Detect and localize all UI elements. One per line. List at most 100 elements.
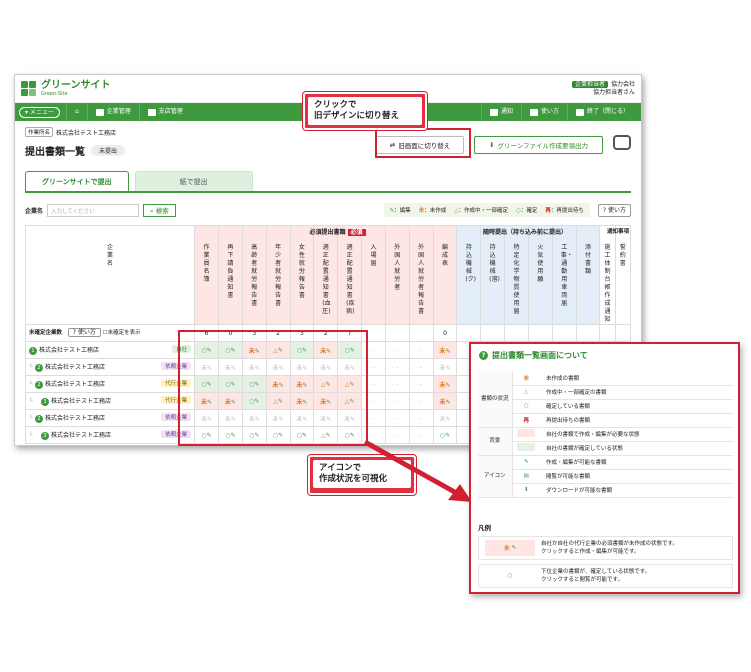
status-cell: -	[408, 392, 434, 410]
status-symbol: △	[524, 389, 529, 395]
status-cell[interactable]: 未✎	[432, 409, 458, 427]
not-created-icon: 未	[503, 546, 510, 552]
company-header-text: 企業名	[107, 244, 114, 267]
legend-row: アイコン ✎ 作成・編集が可能な書類	[478, 455, 733, 498]
status-cell[interactable]: 未✎	[432, 375, 458, 393]
company-cell[interactable]: └ 2 株式会社テスト工務店 代行企業	[24, 375, 196, 393]
site-name: 株式会社テスト工務店	[56, 129, 117, 137]
filter-bar: 企業名 入力してください ⌕ 検索 ✎：編集 未：未作成 △：作成中・一部確定 …	[25, 199, 631, 221]
column-header-text: 適正配置通知書(血圧)	[322, 244, 331, 315]
home-icon: ⌂	[74, 108, 79, 115]
company-name: 株式会社テスト工務店	[45, 415, 106, 422]
company-search-input[interactable]: 入力してください	[47, 203, 140, 217]
exit-icon	[575, 108, 584, 116]
dash-icon: -	[372, 363, 375, 371]
column-header-text: 作業員名簿	[203, 244, 210, 283]
column-header-text: 外国人就労者	[394, 244, 401, 291]
done-icon: ○	[507, 573, 513, 579]
legend-row: 自社の書類が確定している状態	[478, 441, 733, 456]
menu-button[interactable]: ▾ メニュー	[19, 106, 60, 118]
manual-button-label: グリーンファイル作成要領出力	[497, 142, 588, 150]
level-badge: 2	[35, 415, 43, 423]
company-cell[interactable]: └ 2 株式会社テスト工務店 依頼企業	[24, 358, 196, 376]
help-icon: ?	[479, 351, 488, 360]
empty-cell	[456, 324, 482, 342]
pencil-icon: ✎	[445, 431, 451, 439]
legend-row: 書類の状況 未 未作成の書類	[478, 371, 733, 428]
empty-cell	[614, 324, 632, 342]
dash-icon: -	[372, 397, 375, 405]
table-help-label: 使い方	[77, 329, 96, 336]
legend-text: 作成中・一部確定の書類	[540, 385, 733, 400]
icon-highlight-box	[178, 330, 368, 446]
unconfirmed-cell: 未確定企業数 ? 使い方 ☐未確定を表示	[24, 324, 196, 342]
required-group-label: 必須提出書類	[309, 229, 346, 236]
table-help-button[interactable]: ? 使い方	[67, 328, 101, 337]
home-button[interactable]: ⌂	[65, 103, 87, 121]
level-badge: 3	[41, 398, 49, 406]
mail-icon	[489, 108, 498, 116]
branch-mgmt-button[interactable]: 支店管理	[138, 103, 191, 121]
howto-button[interactable]: 使い方	[520, 103, 567, 121]
legend-edit: ：編集	[394, 208, 411, 214]
company-name: 株式会社テスト工務店	[51, 398, 112, 405]
company-mgmt-button[interactable]: 企業管理	[86, 103, 139, 121]
column-header-text: 特定化学物質使用届	[513, 244, 520, 315]
company-cell[interactable]: └ 3 株式会社テスト工務店 依頼企業	[24, 426, 196, 444]
status-cell: -	[408, 375, 434, 393]
search-icon: ⌕	[150, 206, 154, 215]
legend-category: 書類の状況	[478, 371, 513, 428]
dash-icon: -	[420, 431, 423, 439]
company-cell[interactable]: └ 3 株式会社テスト工務店 代行企業	[24, 392, 196, 410]
status-legend: ✎：編集 未：未作成 △：作成中・一部確定 ○：確定 再：再提出待ち	[383, 203, 590, 217]
legend-help-button[interactable]: ? 使い方	[597, 203, 631, 217]
company-cell[interactable]: 1 株式会社テスト工務店 自社	[24, 341, 196, 359]
legend-category: 背景	[478, 427, 513, 456]
company-cell[interactable]: └ 2 株式会社テスト工務店 依頼企業	[24, 409, 196, 427]
search-label: 検索	[155, 206, 169, 215]
user-name: 協力担当者さん	[592, 88, 635, 96]
legend-category: アイコン	[478, 455, 513, 498]
tab-paper[interactable]: 紙で提出	[134, 171, 253, 191]
status-cell: -	[408, 341, 434, 359]
switch-highlight-box	[375, 128, 471, 158]
example1-line1: 自社か自社の代行企業の必須書類が未作成の状態です。	[541, 541, 678, 547]
callout-arrow-icon	[363, 440, 472, 502]
switch-note-line2: 旧デザインに切り替え	[314, 111, 400, 121]
dash-icon: -	[372, 414, 375, 422]
tab-underline	[25, 191, 631, 193]
empty-cell	[575, 324, 601, 342]
logo-subtitle: Green-Site	[41, 90, 68, 97]
status-cell: -	[384, 392, 410, 410]
help-label: 使い方	[607, 206, 626, 214]
logo[interactable]: グリーンサイト Green-Site	[41, 80, 111, 97]
example-confirmed: ○ 下位企業の書類が、確定している状態です。 クリックすると閲覧が可能です。	[478, 564, 733, 588]
chat-help-icon[interactable]	[613, 135, 631, 150]
empty-cell	[480, 324, 506, 342]
status-symbol: ○	[523, 403, 529, 409]
search-button[interactable]: ⌕ 検索	[143, 203, 176, 217]
dash-icon: -	[396, 346, 399, 354]
legend-row: △ 作成中・一部確定の書類	[478, 385, 733, 400]
status-cell[interactable]: 未✎	[432, 358, 458, 376]
column-header-text: 年少者就労報告書	[275, 244, 282, 307]
switch-note-line1: クリックで	[314, 100, 357, 110]
dash-icon: -	[396, 380, 399, 388]
column-header-text: 誓約書	[619, 244, 626, 267]
dash-icon: -	[396, 431, 399, 439]
download-icon: ⬇	[523, 487, 529, 493]
empty-cell	[599, 324, 616, 342]
column-header-text: 編成表	[441, 244, 448, 267]
status-cell[interactable]: 未✎	[432, 341, 458, 359]
status-cell[interactable]: 未✎	[432, 392, 458, 410]
level-badge: 1	[29, 347, 37, 355]
switch-callout: クリックで 旧デザインに切り替え	[303, 92, 427, 130]
unconfirmed-label: 未確定企業数	[29, 330, 63, 336]
notice-button[interactable]: 通知	[480, 103, 521, 121]
legend-text: 作成・編集が可能な書類	[540, 455, 733, 470]
tab-greensite[interactable]: グリーンサイトで提出	[25, 171, 129, 191]
greenfile-manual-button[interactable]: ⬇ グリーンファイル作成要領出力	[474, 136, 603, 154]
logout-button[interactable]: 終了（閉じる）	[566, 103, 637, 121]
examples-title: 凡例	[478, 524, 491, 532]
column-header-text: 適正配置通知書(疾病)	[346, 244, 355, 315]
